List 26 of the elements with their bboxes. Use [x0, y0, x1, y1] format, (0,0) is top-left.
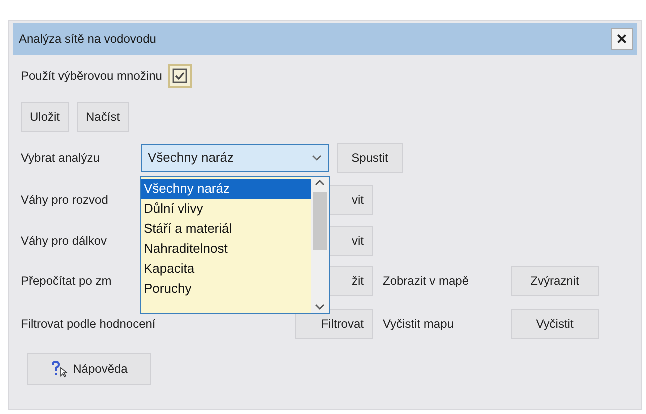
save-button[interactable]: Uložit: [21, 102, 70, 132]
row-label: Přepočítat po zm: [21, 273, 112, 290]
run-button[interactable]: Spustit: [337, 143, 403, 173]
analysis-dropdown[interactable]: Všechny naráz: [141, 144, 329, 172]
map-action-label: Vyčistit mapu: [383, 316, 454, 332]
chevron-icon: [312, 155, 322, 161]
help-button[interactable]: Nápověda: [27, 353, 151, 385]
row-label: Filtrovat podle hodnocení: [21, 316, 156, 332]
row-button[interactable]: Zvýraznit: [511, 266, 599, 296]
dropdown-option[interactable]: Všechny naráz: [141, 179, 311, 199]
row-label: Váhy pro rozvod: [21, 192, 108, 209]
row-label: Váhy pro dálkov: [21, 233, 108, 250]
load-button[interactable]: Načíst: [77, 102, 130, 132]
row-button[interactable]: Filtrovat: [295, 308, 373, 338]
scrollbar[interactable]: [311, 177, 329, 313]
help-icon: [50, 360, 70, 378]
analysis-label: Vybrat analýzu: [21, 150, 101, 167]
close-button[interactable]: ×: [611, 28, 633, 50]
checkbox-label: Použít výběrovou množinu: [21, 68, 162, 85]
map-action-label: Zobrazit v mapě: [383, 273, 470, 290]
checkbox[interactable]: [168, 64, 192, 88]
window-title: Analýza sítě na vodovodu: [19, 31, 156, 48]
row-button[interactable]: Vyčistit: [511, 308, 599, 338]
scroll-down-icon[interactable]: [315, 304, 325, 310]
scroll-up-icon[interactable]: [315, 180, 325, 186]
scrollbar-thumb[interactable]: [313, 192, 327, 250]
